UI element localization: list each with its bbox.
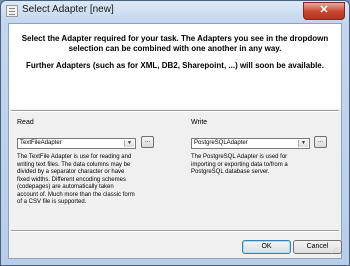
separator [11, 110, 339, 112]
write-description: The PostgreSQL Adapter is used for impor… [191, 154, 288, 175]
separator [11, 230, 339, 232]
read-adapter-select[interactable]: TextFileAdapter ▼ [17, 138, 136, 149]
read-browse-button[interactable]: ... [141, 136, 154, 148]
write-browse-button[interactable]: ... [314, 136, 327, 148]
write-label: Write [191, 119, 208, 126]
write-adapter-value: PostgreSQLAdapter [194, 140, 248, 146]
read-description: The TextFile Adapter is use for reading … [17, 154, 135, 205]
dialog-client-area: Select the Adapter required for your tas… [8, 23, 342, 259]
ok-button[interactable]: OK [242, 240, 291, 254]
header-panel: Select the Adapter required for your tas… [9, 24, 341, 109]
header-note: Further Adapters (such as for XML, DB2, … [26, 61, 324, 70]
title-bar[interactable]: Select Adapter [new] ✕ [1, 1, 349, 23]
header-instructions: Select the Adapter required for your tas… [21, 34, 329, 53]
dialog-window: Select Adapter [new] ✕ Select the Adapte… [0, 0, 350, 266]
chevron-down-icon[interactable]: ▼ [298, 140, 308, 147]
resize-grip-icon[interactable]: ⋰ [331, 248, 339, 256]
app-window-icon [6, 5, 18, 17]
window-title: Select Adapter [new] [22, 4, 114, 15]
chevron-down-icon[interactable]: ▼ [124, 140, 134, 147]
close-button[interactable]: ✕ [303, 2, 345, 20]
read-label: Read [17, 119, 34, 126]
read-adapter-value: TextFileAdapter [20, 140, 62, 146]
write-adapter-select[interactable]: PostgreSQLAdapter ▼ [191, 138, 310, 149]
